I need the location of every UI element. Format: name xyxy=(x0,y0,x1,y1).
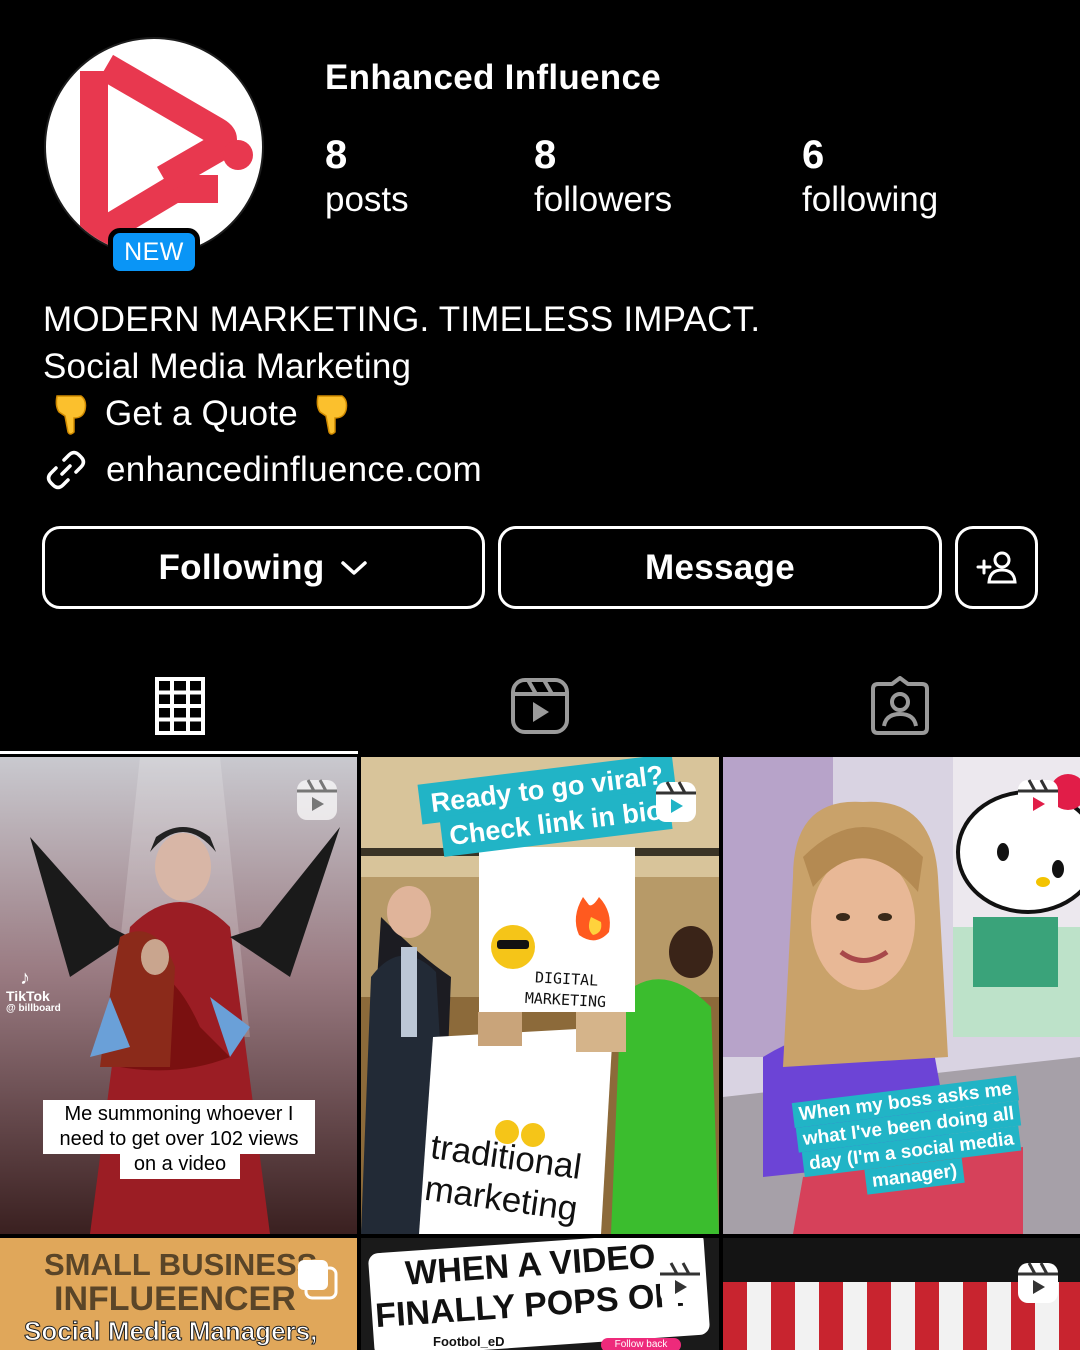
link-icon xyxy=(46,450,86,490)
profile-avatar[interactable] xyxy=(44,37,264,257)
pointing-down-hand-icon xyxy=(55,394,87,435)
post-5-follow-back: Follow back xyxy=(601,1338,681,1350)
following-button[interactable]: Following xyxy=(42,526,485,609)
brand-logo xyxy=(80,54,253,248)
following-label: following xyxy=(802,180,939,219)
tab-reels[interactable] xyxy=(360,660,720,752)
post-1-caption-line-3: on a video xyxy=(120,1150,240,1179)
reel-indicator-icon xyxy=(1018,779,1058,820)
posts-count: 8 xyxy=(325,133,348,177)
following-button-label: Following xyxy=(158,547,325,587)
post-4-title-line-2: INFLUEENCER xyxy=(54,1280,296,1318)
post-tile-4[interactable]: SMALL BUSINESS INFLUEENCER Social Media … xyxy=(0,1238,357,1350)
post-4-title-line-3: Social Media Managers, xyxy=(23,1316,318,1347)
tab-posts-grid[interactable] xyxy=(0,660,360,752)
add-person-icon xyxy=(976,551,1017,583)
post-tile-3[interactable]: When my boss asks me what I've been doin… xyxy=(723,757,1080,1234)
reel-indicator-icon xyxy=(297,779,337,820)
bio-line-1: MODERN MARKETING. TIMELESS IMPACT. xyxy=(43,300,761,339)
reel-indicator-icon xyxy=(1018,1262,1058,1303)
active-tab-indicator xyxy=(0,751,358,754)
followers-label: followers xyxy=(534,180,673,219)
tiktok-brand: TikTok xyxy=(6,988,50,1004)
message-button[interactable]: Message xyxy=(498,526,942,609)
multi-post-icon xyxy=(298,1260,338,1300)
followers-count: 8 xyxy=(534,133,557,177)
tagged-person-icon xyxy=(871,676,929,735)
post-4-title-line-1: SMALL BUSINESS xyxy=(44,1247,318,1282)
post-tile-6[interactable] xyxy=(723,1238,1080,1350)
post-5-handle: Footbol_eD xyxy=(433,1334,505,1349)
post-tile-1[interactable]: ♪ TikTok @ billboard Me summoning whoeve… xyxy=(0,757,357,1234)
bio-line-3: Get a Quote xyxy=(43,390,760,437)
profile-bio: MODERN MARKETING. TIMELESS IMPACT. Socia… xyxy=(43,296,760,437)
tiktok-handle: @ billboard xyxy=(6,1003,61,1014)
website-link[interactable]: enhancedinfluence.com xyxy=(42,446,482,494)
post-tile-2[interactable]: Ready to go viral? Check link in bio DIG… xyxy=(361,757,719,1234)
tiktok-watermark: ♪ TikTok @ billboard xyxy=(6,967,61,1015)
bio-line-2: Social Media Marketing xyxy=(43,347,412,386)
suggest-user-button[interactable] xyxy=(955,526,1038,609)
pointing-down-hand-icon xyxy=(316,394,348,435)
posts-label: posts xyxy=(325,180,409,219)
following-count: 6 xyxy=(802,133,825,177)
tab-tagged[interactable] xyxy=(720,660,1080,752)
bio-cta-text: Get a Quote xyxy=(105,394,298,433)
post-2-label-digital: DIGITAL MARKETING xyxy=(500,966,632,1015)
post-tile-5[interactable]: WHEN A VIDEO FINALLY POPS OFF Footbol_eD… xyxy=(361,1238,719,1350)
chevron-down-icon xyxy=(340,560,367,575)
followers-stat[interactable]: 8 followers xyxy=(534,132,672,222)
reels-icon xyxy=(511,678,569,734)
reel-indicator-icon xyxy=(656,781,696,822)
posts-stat[interactable]: 8 posts xyxy=(325,132,409,222)
profile-username: Enhanced Influence xyxy=(325,58,662,97)
grid-icon xyxy=(155,677,205,735)
website-url[interactable]: enhancedinfluence.com xyxy=(106,450,482,490)
reel-indicator-icon xyxy=(660,1262,700,1303)
message-button-label: Message xyxy=(645,547,795,587)
new-badge: NEW xyxy=(108,228,200,276)
following-stat[interactable]: 6 following xyxy=(802,132,938,222)
tiktok-icon: ♪ xyxy=(20,967,30,989)
